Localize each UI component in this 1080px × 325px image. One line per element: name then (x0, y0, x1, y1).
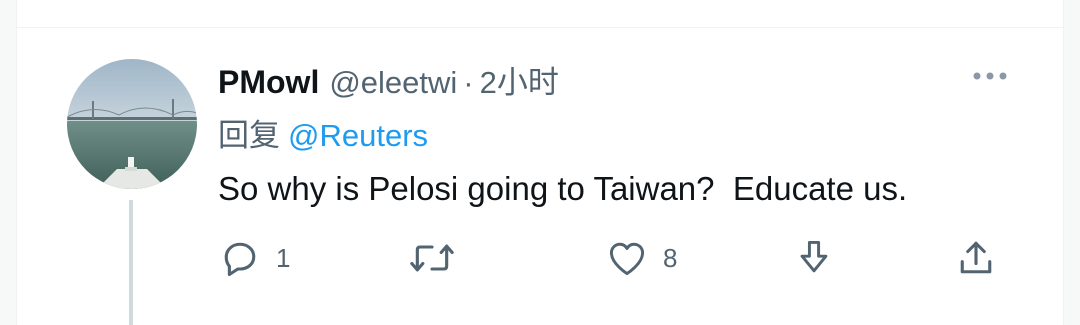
replying-to: 回复 @Reuters (218, 110, 428, 155)
separator-dot: · (463, 65, 474, 100)
more-options-icon[interactable] (970, 66, 1010, 86)
top-divider (0, 0, 1080, 28)
retweet-icon (408, 236, 456, 280)
reply-icon (218, 236, 262, 280)
avatar-image (67, 59, 197, 189)
retweet-button[interactable] (408, 236, 470, 280)
reply-count: 1 (276, 242, 291, 273)
tweet-header: PMowl @eleetwi · 2小时 (218, 57, 559, 100)
reply-prefix: 回复 (218, 118, 280, 153)
heart-icon (605, 236, 649, 280)
avatar[interactable] (67, 59, 197, 189)
left-gutter (0, 0, 17, 325)
download-arrow-icon (792, 236, 836, 280)
timestamp[interactable]: 2小时 (480, 57, 559, 102)
right-gutter (1063, 0, 1080, 325)
like-button[interactable]: 8 (605, 236, 677, 280)
reply-button[interactable]: 1 (218, 236, 290, 280)
bookmark-button[interactable] (792, 236, 836, 280)
tweet-text: So why is Pelosi going to Taiwan? Educat… (218, 170, 908, 207)
share-button[interactable] (954, 236, 998, 280)
display-name[interactable]: PMowl (218, 64, 319, 101)
share-icon (954, 236, 998, 280)
thread-line (129, 200, 133, 325)
user-handle[interactable]: @eleetwi (329, 65, 457, 101)
reply-mention-link[interactable]: @Reuters (288, 118, 428, 153)
like-count: 8 (663, 242, 678, 273)
